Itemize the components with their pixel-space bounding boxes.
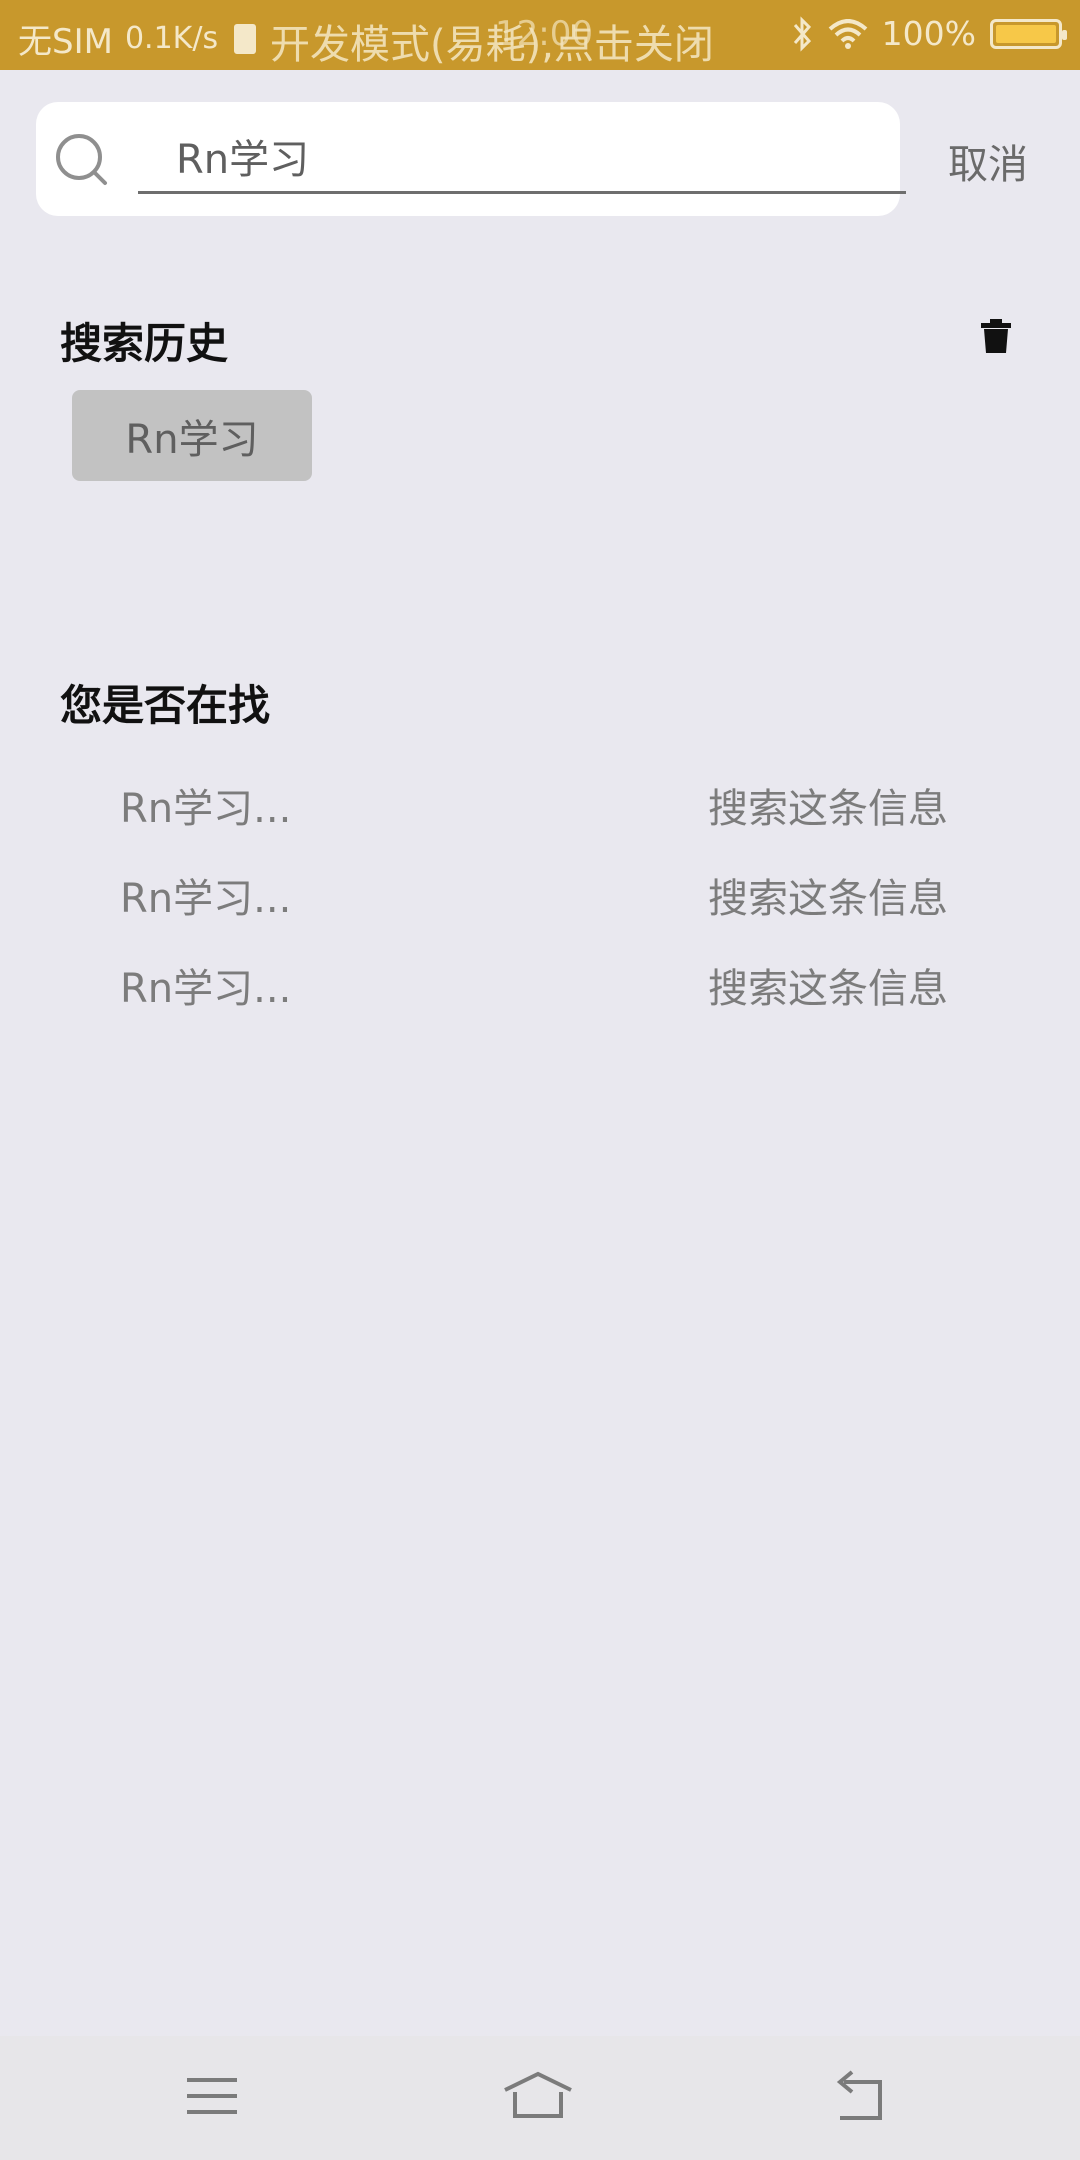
- trash-icon[interactable]: [980, 318, 1012, 354]
- search-input[interactable]: [138, 120, 906, 194]
- cancel-button[interactable]: 取消: [948, 132, 1028, 190]
- navigation-bar: [0, 2036, 1080, 2160]
- suggestions-title: 您是否在找: [60, 681, 271, 730]
- battery-percent: 100%: [881, 14, 976, 53]
- suggestion-action[interactable]: 搜索这条信息: [708, 866, 948, 924]
- search-row: 取消: [0, 102, 1080, 216]
- status-right: 100%: [792, 14, 1067, 53]
- menu-icon[interactable]: [183, 2070, 259, 2130]
- suggestion-action[interactable]: 搜索这条信息: [708, 956, 948, 1014]
- search-box: [36, 102, 906, 216]
- back-icon[interactable]: [830, 2070, 906, 2130]
- history-title: 搜索历史: [60, 319, 229, 368]
- bluetooth-icon: [793, 15, 811, 52]
- home-icon[interactable]: [503, 2070, 579, 2130]
- suggestion-row[interactable]: Rn学习... 搜索这条信息: [0, 866, 1080, 926]
- carrier-label: 无SIM: [18, 22, 113, 62]
- wifi-icon: [828, 18, 867, 49]
- suggestion-row[interactable]: Rn学习... 搜索这条信息: [0, 776, 1080, 836]
- search-icon: [56, 134, 107, 185]
- notification-icon: [234, 23, 257, 54]
- battery-icon: [990, 18, 1067, 49]
- suggestion-row[interactable]: Rn学习... 搜索这条信息: [0, 956, 1080, 1016]
- suggestion-term: Rn学习...: [120, 966, 292, 1012]
- suggestion-action[interactable]: 搜索这条信息: [708, 776, 948, 834]
- history-chip[interactable]: Rn学习: [72, 390, 312, 481]
- suggestion-term: Rn学习...: [120, 786, 292, 832]
- network-speed: 0.1K/s: [124, 21, 219, 56]
- clock: 12:00: [495, 14, 593, 54]
- suggestion-term: Rn学习...: [120, 876, 292, 922]
- status-bar: 无SIM 0.1K/s 开发模式(易耗),点击关闭 12:00 100%: [0, 0, 1080, 70]
- dev-mode-banner[interactable]: 开发模式(易耗),点击关闭: [270, 12, 714, 70]
- status-left: 无SIM 0.1K/s: [18, 14, 257, 63]
